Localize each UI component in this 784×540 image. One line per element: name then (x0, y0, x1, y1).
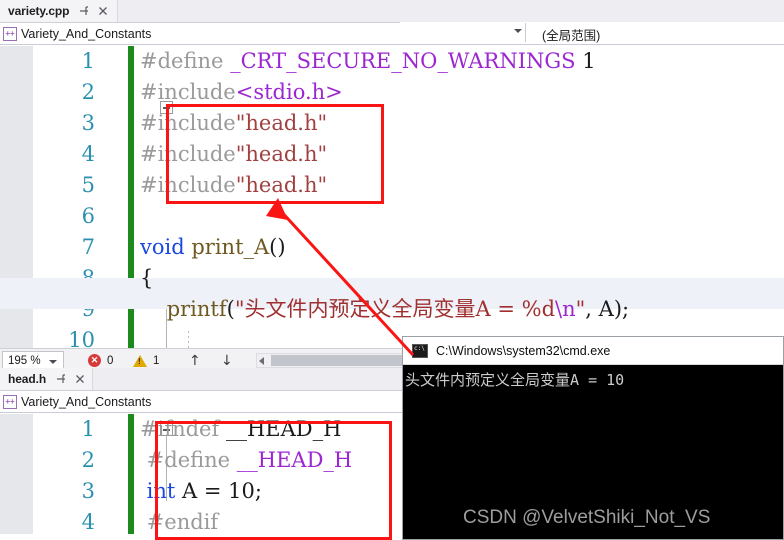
code-token: #define (140, 448, 237, 472)
code-token: #endif (140, 510, 219, 534)
arrow-up-icon: ↑ (189, 352, 201, 369)
error-icon: ✕ (88, 354, 101, 367)
code-line: printf("头文件内预定义全局变量A = %d\n", A); (140, 294, 784, 325)
line-number: 3 (81, 111, 95, 135)
divider (525, 23, 526, 42)
code-token: "head.h" (235, 142, 328, 166)
code-token: #define (140, 49, 231, 73)
line-number: 5 (81, 173, 95, 197)
chevron-down-icon[interactable] (49, 360, 57, 364)
code-line: #include"head.h" (140, 108, 784, 139)
code-token: <stdio.h> (235, 80, 343, 104)
code-area-top[interactable]: 12345678910 #define _CRT_SECURE_NO_WARNI… (0, 46, 784, 348)
zoom-level-value: 195 % (8, 355, 41, 367)
code-line: { (140, 263, 784, 294)
code-token: "头文件内预定义全局变量A = %d (234, 297, 556, 321)
pin-icon[interactable] (78, 5, 90, 17)
code-token: print_A (191, 235, 270, 259)
breadcrumb-label: Variety_And_Constants (21, 394, 152, 409)
code-token: int (140, 479, 176, 503)
tab-variety-cpp[interactable]: variety.cpp (0, 0, 118, 22)
code-line: void print_A() (140, 232, 784, 263)
cmd-title-bar[interactable]: C:\Windows\system32\cmd.exe (403, 337, 783, 365)
tab-title: head.h (8, 372, 47, 386)
code-line: #define _CRT_SECURE_NO_WARNINGS 1 (140, 46, 784, 77)
code-token: \n (555, 297, 576, 321)
line-number: 4 (81, 510, 95, 534)
line-number: 2 (81, 448, 95, 472)
code-token: "head.h" (235, 111, 328, 135)
tab-title: variety.cpp (8, 4, 70, 18)
scope-selector-bar[interactable]: (全局范围) (400, 22, 784, 43)
code-token: 1 (575, 49, 596, 73)
error-status[interactable]: ✕ 0 (88, 354, 113, 367)
code-token: ( (226, 297, 235, 321)
code-token: #ifndef (140, 417, 226, 441)
change-indicator-bar (128, 414, 134, 534)
code-token: #include (140, 173, 236, 197)
code-text-top[interactable]: #define _CRT_SECURE_NO_WARNINGS 1 #includ… (140, 46, 784, 348)
warning-icon (133, 354, 147, 367)
code-token: printf (140, 297, 227, 321)
code-line: #include"head.h" (140, 170, 784, 201)
code-line: #include<stdio.h> (140, 77, 784, 108)
code-token: void (140, 235, 192, 259)
cpp-project-icon: ++ (3, 26, 17, 41)
code-token: A = 10; (175, 479, 262, 503)
cmd-title-text: C:\Windows\system32\cmd.exe (436, 343, 611, 358)
close-icon[interactable] (74, 373, 86, 385)
command-prompt-window[interactable]: C:\Windows\system32\cmd.exe 头文件内预定义全局变量A… (402, 336, 784, 540)
code-token: "head.h" (235, 173, 328, 197)
pin-icon[interactable] (55, 373, 67, 385)
selection-margin (0, 414, 34, 534)
watermark-text: CSDN @VelvetShiki_Not_VS (463, 507, 711, 528)
code-line: #include"head.h" (140, 139, 784, 170)
code-token: #include (140, 142, 236, 166)
line-number-gutter-bottom: 1 2 3 4 (33, 414, 95, 534)
close-icon[interactable] (97, 5, 109, 17)
code-token: #include (140, 111, 236, 135)
chevron-down-icon[interactable] (514, 29, 522, 33)
tab-head-h[interactable]: head.h (0, 368, 93, 390)
vs-ide-screenshot: variety.cpp ++ Variety_And_Constants (全局… (0, 0, 784, 540)
error-count: 0 (107, 354, 114, 367)
line-number: 7 (81, 235, 95, 259)
code-token: __HEAD_H (236, 448, 353, 472)
cmd-output-line: 头文件内预定义全局变量A = 10 (405, 371, 625, 389)
line-number: 1 (81, 49, 95, 73)
cmd-output-area[interactable]: 头文件内预定义全局变量A = 10 CSDN @VelvetShiki_Not_… (403, 365, 783, 539)
code-token: _CRT_SECURE_NO_WARNINGS (230, 49, 576, 73)
cpp-project-icon: ++ (3, 394, 17, 409)
scroll-left-arrow-icon[interactable] (259, 357, 264, 365)
code-token: () (269, 235, 286, 259)
prev-item-button[interactable]: ↑ (189, 353, 201, 369)
warning-status[interactable]: 1 (133, 354, 160, 367)
editor-pane-top: variety.cpp ++ Variety_And_Constants (全局… (0, 0, 784, 372)
scope-value: (全局范围) (542, 29, 601, 43)
tabstrip-top: variety.cpp (0, 0, 784, 23)
warning-count: 1 (153, 354, 160, 367)
line-number: 6 (81, 204, 95, 228)
next-item-button[interactable]: ↓ (221, 353, 233, 369)
line-number: 2 (81, 80, 95, 104)
line-number: 3 (81, 479, 95, 503)
code-token: , A); (585, 297, 630, 321)
line-number: 4 (81, 142, 95, 166)
code-token: " (575, 297, 586, 321)
arrow-down-icon: ↓ (221, 352, 233, 369)
code-token: { (140, 266, 154, 290)
breadcrumb-label: Variety_And_Constants (21, 26, 152, 41)
code-token: #include (140, 80, 236, 104)
line-number: 1 (81, 417, 95, 441)
cmd-console-icon (412, 343, 428, 358)
code-token: __HEAD_H (225, 417, 342, 441)
line-number: 10 (68, 328, 95, 348)
